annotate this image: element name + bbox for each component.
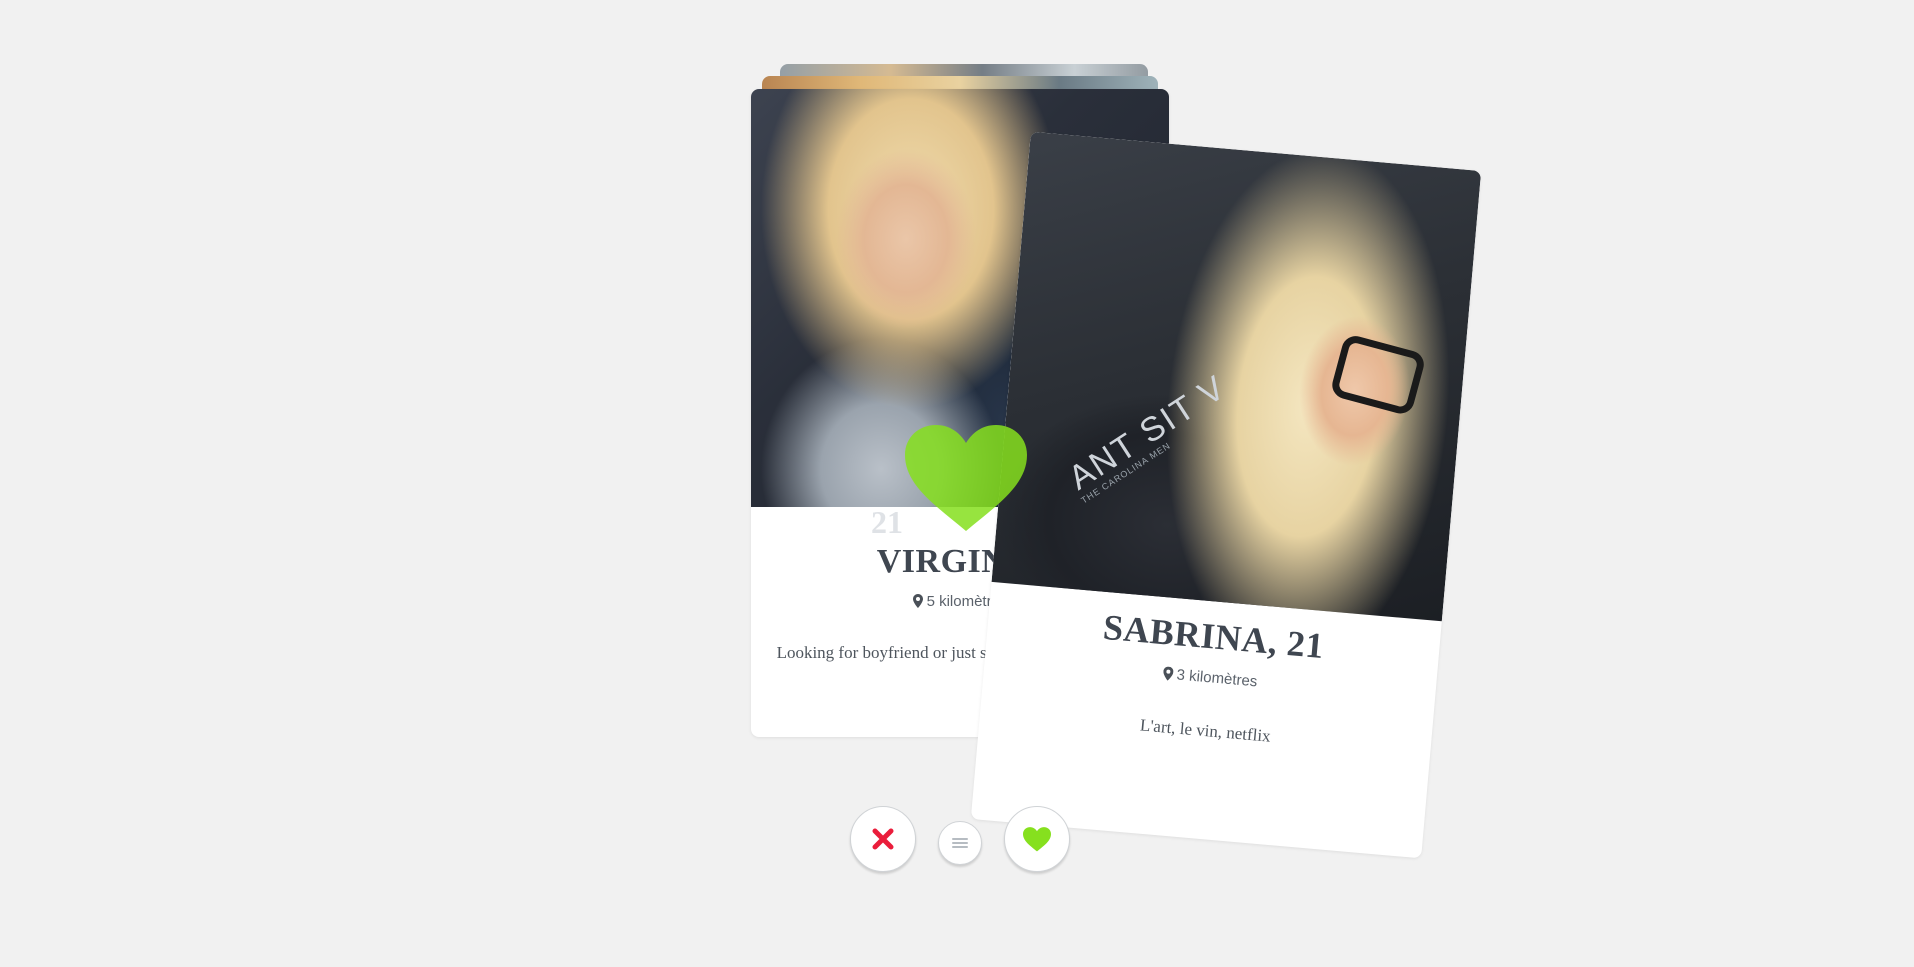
heart-icon xyxy=(1023,826,1051,851)
action-bar xyxy=(850,806,1070,876)
ghost-age-text: 21 xyxy=(871,504,903,540)
profile-bio: L'art, le vin, netflix xyxy=(1139,715,1272,746)
menu-icon xyxy=(952,836,968,850)
location-pin-icon xyxy=(1162,666,1173,681)
like-overlay-heart-icon xyxy=(905,425,1027,531)
dislike-button[interactable] xyxy=(850,806,916,872)
profile-photo: ANT SIT V THE CAROLINA MEN xyxy=(991,131,1482,622)
profile-card-sabrina[interactable]: ANT SIT V THE CAROLINA MEN SABRINA, 21 3… xyxy=(970,131,1482,859)
glasses-shape xyxy=(1329,333,1427,417)
distance-text: 3 kilomètres xyxy=(1175,666,1258,691)
like-button[interactable] xyxy=(1004,806,1070,872)
swipe-stage: 21 VIRGINIE 5 kilomètres Looking for boy… xyxy=(0,0,1914,967)
location-pin-icon xyxy=(912,594,923,608)
menu-button[interactable] xyxy=(938,821,982,865)
shirt-print-text: ANT SIT V xyxy=(1061,367,1233,498)
x-icon xyxy=(872,828,894,850)
